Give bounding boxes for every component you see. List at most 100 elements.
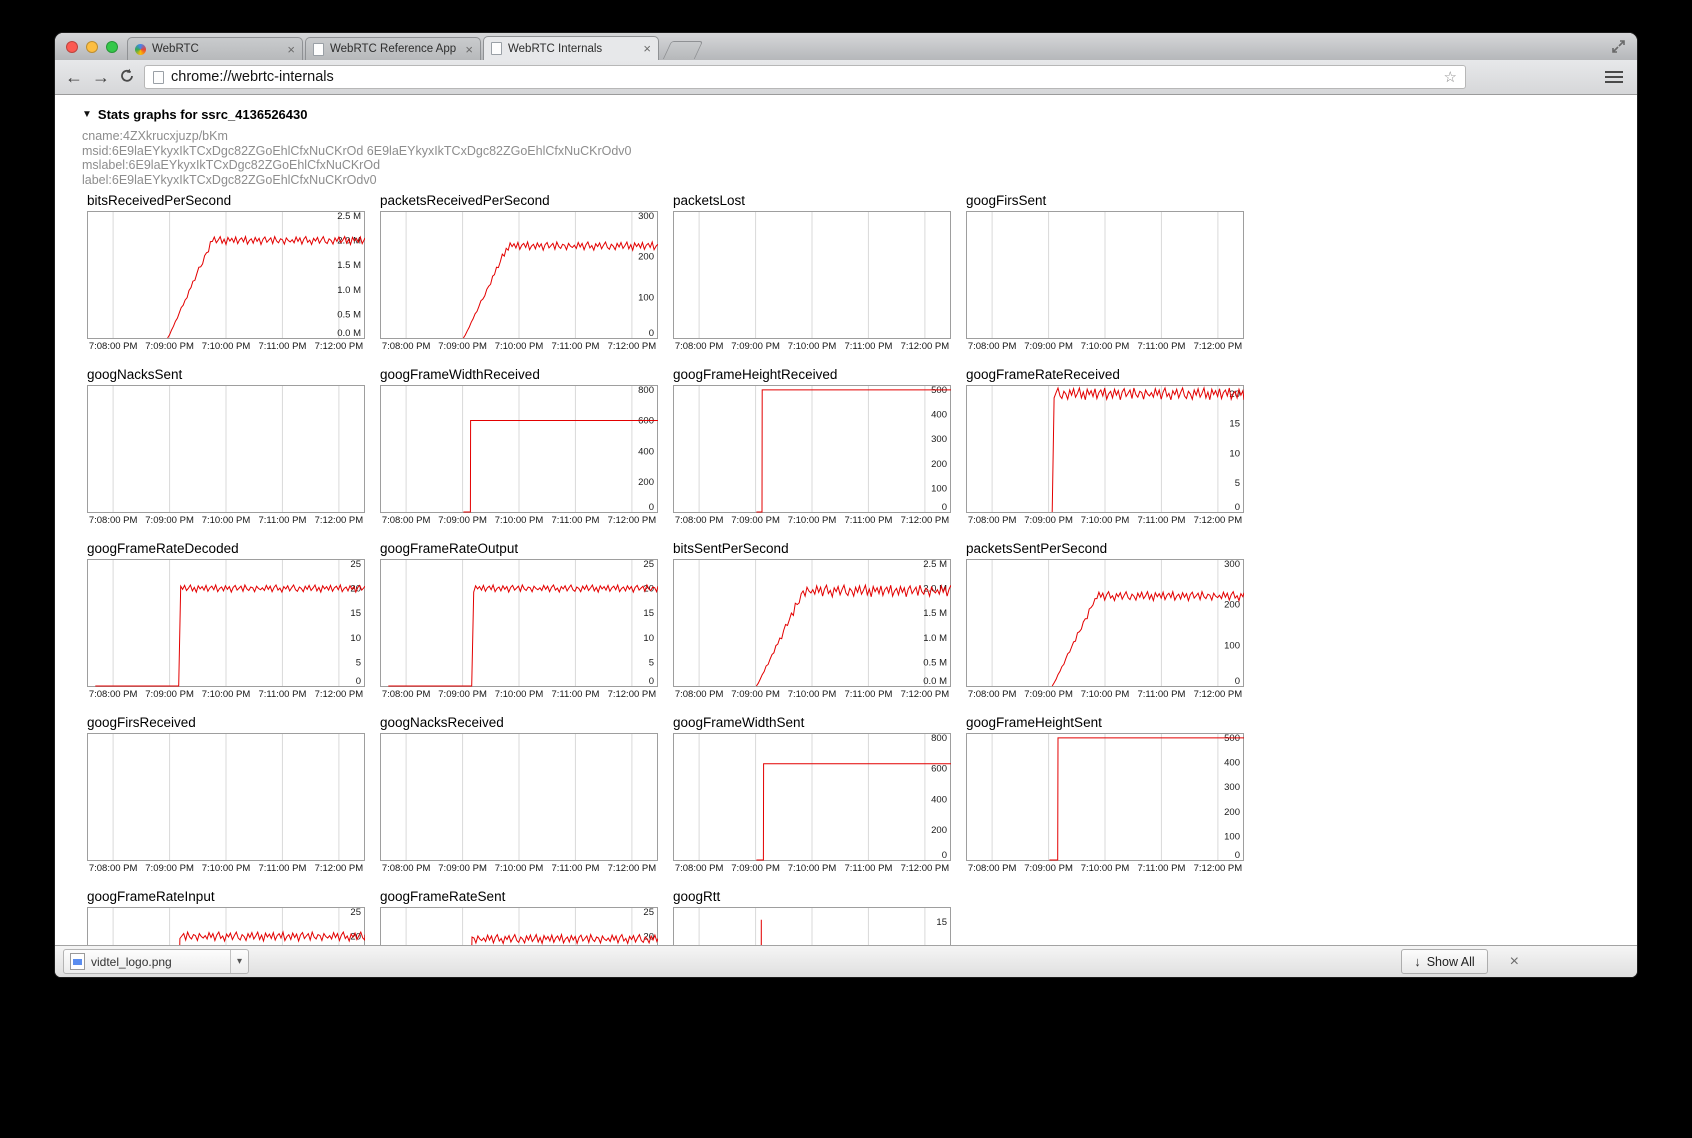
chart-plot: 3002001000 xyxy=(966,559,1244,687)
x-tick-label: 7:12:00 PM xyxy=(1194,689,1243,700)
chart-plot: 151050 xyxy=(673,907,951,945)
x-tick-label: 7:08:00 PM xyxy=(89,341,138,352)
close-button[interactable] xyxy=(66,41,78,53)
forward-button[interactable]: → xyxy=(92,68,110,86)
stat-chart: googFrameHeightSent 5004003002001000 7:0… xyxy=(966,715,1244,875)
x-tick-label: 7:10:00 PM xyxy=(1081,689,1130,700)
chart-title: googFrameRateOutput xyxy=(380,541,658,559)
x-tick-label: 7:09:00 PM xyxy=(731,689,780,700)
x-tick-label: 7:12:00 PM xyxy=(608,515,657,526)
svg-text:10: 10 xyxy=(1229,449,1240,460)
svg-text:25: 25 xyxy=(643,907,654,918)
x-tick-label: 7:08:00 PM xyxy=(675,341,724,352)
x-tick-label: 7:11:00 PM xyxy=(1137,689,1185,700)
traffic-lights xyxy=(66,41,118,53)
x-tick-label: 7:12:00 PM xyxy=(901,341,950,352)
x-tick-label: 7:12:00 PM xyxy=(1194,341,1243,352)
minimize-button[interactable] xyxy=(86,41,98,53)
x-tick-label: 7:10:00 PM xyxy=(788,689,837,700)
x-tick-label: 7:09:00 PM xyxy=(145,341,194,352)
show-all-downloads-button[interactable]: ↓ Show All xyxy=(1401,949,1487,974)
x-tick-label: 7:10:00 PM xyxy=(202,863,251,874)
x-tick-label: 7:10:00 PM xyxy=(788,341,837,352)
chart-title: googFrameRateDecoded xyxy=(87,541,365,559)
x-tick-label: 7:12:00 PM xyxy=(315,515,364,526)
stat-chart: googFrameRateSent 2520151050 7:08:00 PM7… xyxy=(380,889,658,945)
x-tick-label: 7:08:00 PM xyxy=(675,689,724,700)
tab-list: WebRTC × WebRTC Reference App × WebRTC I… xyxy=(127,33,699,60)
collapse-icon[interactable]: ▼ xyxy=(82,109,92,120)
fullscreen-icon[interactable] xyxy=(1612,40,1625,58)
x-tick-label: 7:09:00 PM xyxy=(438,515,487,526)
x-tick-label: 7:12:00 PM xyxy=(901,863,950,874)
x-tick-label: 7:08:00 PM xyxy=(89,689,138,700)
browser-tab[interactable]: WebRTC × xyxy=(127,37,303,60)
browser-tab[interactable]: WebRTC Reference App × xyxy=(305,37,481,60)
x-tick-label: 7:10:00 PM xyxy=(495,863,544,874)
download-item[interactable]: vidtel_logo.png ▾ xyxy=(63,949,249,974)
stat-chart: googFrameRateDecoded 2520151050 7:08:00 … xyxy=(87,541,365,701)
chart-plot: 8006004002000 xyxy=(673,733,951,861)
download-filename: vidtel_logo.png xyxy=(91,955,224,969)
browser-tab[interactable]: WebRTC Internals × xyxy=(483,36,659,60)
chart-plot: 2520151050 xyxy=(380,559,658,687)
stat-chart: googRtt 151050 7:08:00 PM7:09:00 PM7:10:… xyxy=(673,889,951,945)
x-tick-label: 7:08:00 PM xyxy=(968,341,1017,352)
svg-text:0: 0 xyxy=(942,850,947,861)
chart-x-labels: 7:08:00 PM7:09:00 PM7:10:00 PM7:11:00 PM… xyxy=(87,513,365,527)
svg-text:25: 25 xyxy=(350,559,361,570)
x-tick-label: 7:12:00 PM xyxy=(608,863,657,874)
menu-button[interactable] xyxy=(1601,67,1627,87)
browser-window: WebRTC × WebRTC Reference App × WebRTC I… xyxy=(55,33,1637,977)
x-tick-label: 7:12:00 PM xyxy=(1194,863,1243,874)
back-button[interactable]: ← xyxy=(65,68,83,86)
x-tick-label: 7:11:00 PM xyxy=(1137,863,1185,874)
new-tab-button[interactable] xyxy=(663,41,703,59)
svg-text:5: 5 xyxy=(356,657,361,668)
chart-title: packetsReceivedPerSecond xyxy=(380,193,658,211)
x-tick-label: 7:11:00 PM xyxy=(844,689,892,700)
x-tick-label: 7:09:00 PM xyxy=(145,863,194,874)
chart-title: googNacksReceived xyxy=(380,715,658,733)
chart-plot: 2520151050 xyxy=(87,907,365,945)
tab-close-icon[interactable]: × xyxy=(643,42,651,55)
svg-text:0: 0 xyxy=(1235,850,1240,861)
svg-text:10: 10 xyxy=(350,633,361,644)
x-tick-label: 7:08:00 PM xyxy=(968,689,1017,700)
svg-text:200: 200 xyxy=(931,825,947,836)
stat-chart: googFrameRateOutput 2520151050 7:08:00 P… xyxy=(380,541,658,701)
ssrc-meta-line: cname:4ZXkrucxjuzp/bKm xyxy=(82,129,1637,144)
x-tick-label: 7:11:00 PM xyxy=(1137,341,1185,352)
chart-title: googFrameHeightReceived xyxy=(673,367,951,385)
svg-text:5: 5 xyxy=(649,657,654,668)
tab-favicon xyxy=(491,42,502,55)
x-tick-label: 7:11:00 PM xyxy=(258,689,306,700)
tab-close-icon[interactable]: × xyxy=(287,43,295,56)
svg-text:15: 15 xyxy=(1229,419,1240,430)
zoom-button[interactable] xyxy=(106,41,118,53)
download-bar-close-icon[interactable]: × xyxy=(1510,953,1519,971)
chart-title: packetsSentPerSecond xyxy=(966,541,1244,559)
reload-button[interactable] xyxy=(119,68,135,87)
download-options-chevron-icon[interactable]: ▾ xyxy=(230,950,242,973)
x-tick-label: 7:10:00 PM xyxy=(788,515,837,526)
chart-x-labels: 7:08:00 PM7:09:00 PM7:10:00 PM7:11:00 PM… xyxy=(87,687,365,701)
svg-text:0.0 M: 0.0 M xyxy=(337,328,361,339)
chart-title: googFrameHeightSent xyxy=(966,715,1244,733)
x-tick-label: 7:12:00 PM xyxy=(608,689,657,700)
address-bar[interactable]: chrome://webrtc-internals ☆ xyxy=(144,65,1466,89)
url-text[interactable]: chrome://webrtc-internals xyxy=(171,69,334,85)
stats-section-title: Stats graphs for ssrc_4136526430 xyxy=(98,107,308,122)
svg-text:1.0 M: 1.0 M xyxy=(923,633,947,644)
x-tick-label: 7:08:00 PM xyxy=(382,689,431,700)
svg-text:25: 25 xyxy=(643,559,654,570)
svg-text:0: 0 xyxy=(649,676,654,687)
x-tick-label: 7:11:00 PM xyxy=(844,341,892,352)
svg-text:100: 100 xyxy=(1224,641,1240,652)
svg-text:0: 0 xyxy=(649,502,654,513)
bookmark-star-icon[interactable]: ☆ xyxy=(1444,68,1457,86)
svg-text:1.5 M: 1.5 M xyxy=(337,260,361,271)
tab-close-icon[interactable]: × xyxy=(465,43,473,56)
chart-x-labels: 7:08:00 PM7:09:00 PM7:10:00 PM7:11:00 PM… xyxy=(380,339,658,353)
svg-text:0: 0 xyxy=(942,502,947,513)
